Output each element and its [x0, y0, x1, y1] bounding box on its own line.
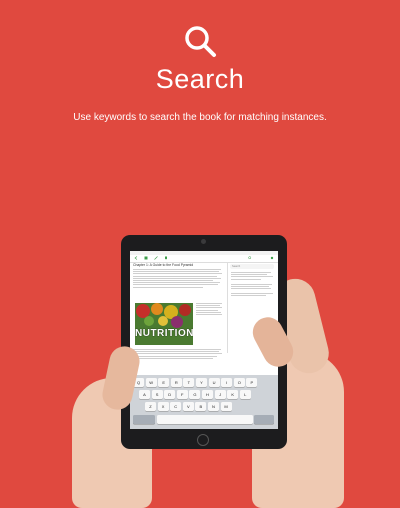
result-line: [231, 274, 267, 276]
result-line: [231, 272, 271, 273]
text-line: [196, 307, 222, 309]
text-line: [133, 355, 217, 357]
key-l[interactable]: L: [239, 390, 251, 399]
numbers-key[interactable]: [133, 415, 155, 424]
search-input[interactable]: Search: [230, 264, 274, 269]
text-line: [133, 349, 221, 350]
key-t[interactable]: T: [183, 378, 195, 387]
result-line: [231, 283, 272, 285]
text-line: [133, 353, 222, 355]
result-line: [231, 292, 273, 294]
key-k[interactable]: K: [227, 390, 239, 399]
key-c[interactable]: C: [170, 402, 182, 411]
key-d[interactable]: D: [164, 390, 176, 399]
text-line: [133, 284, 218, 286]
side-text-column: [196, 303, 222, 316]
reader-toolbar: [130, 255, 278, 263]
key-u[interactable]: U: [208, 378, 220, 387]
space-key[interactable]: [156, 415, 253, 424]
back-icon[interactable]: [134, 256, 138, 260]
bookmark-icon[interactable]: [164, 256, 168, 260]
result-line: [231, 276, 273, 278]
library-icon[interactable]: [144, 256, 148, 260]
text-line: [196, 303, 222, 304]
key-n[interactable]: N: [207, 402, 219, 411]
photo-title-text: NUTRITION: [135, 328, 193, 339]
text-line: [196, 311, 221, 313]
text-line: [196, 309, 218, 311]
text-line: [133, 282, 220, 284]
nutrition-photo: NUTRITION: [135, 303, 193, 345]
key-o[interactable]: O: [233, 378, 245, 387]
keyboard-row: ZXCVBNM: [145, 402, 232, 411]
result-line: [231, 285, 269, 287]
text-line: [133, 357, 213, 359]
key-i[interactable]: I: [221, 378, 233, 387]
search-key[interactable]: [254, 415, 275, 424]
text-line: [133, 351, 219, 353]
settings-icon[interactable]: [270, 256, 274, 260]
key-w[interactable]: W: [145, 378, 157, 387]
text-line: [196, 305, 220, 307]
text-line: [133, 277, 221, 279]
page-subtitle: Use keywords to search the book for matc…: [73, 112, 327, 123]
key-h[interactable]: H: [201, 390, 213, 399]
text-line: [133, 275, 217, 277]
notes-icon[interactable]: [154, 256, 158, 260]
key-a[interactable]: A: [139, 390, 150, 399]
text-line: [133, 273, 222, 275]
key-p[interactable]: P: [246, 378, 258, 387]
keyboard-row: ASDFGHJKL: [139, 390, 251, 399]
key-m[interactable]: M: [220, 402, 232, 411]
key-v[interactable]: V: [182, 402, 194, 411]
key-b[interactable]: B: [195, 402, 207, 411]
home-button[interactable]: [197, 434, 209, 446]
text-line: [133, 279, 213, 281]
text-line: [133, 269, 221, 270]
text-line: [133, 271, 219, 273]
search-icon: [185, 26, 216, 57]
text-line: [196, 313, 222, 315]
result-line: [231, 287, 271, 289]
search-toolbar-icon[interactable]: [248, 256, 252, 260]
key-s[interactable]: S: [151, 390, 163, 399]
keyboard-row: QWERTYUIOP: [133, 378, 258, 387]
result-line: [231, 278, 261, 280]
book-page: Chapter 1: A Guide to the Food Pyramid N…: [133, 263, 224, 359]
on-screen-keyboard: QWERTYUIOP ASDFGHJKL ZXCVBNM: [130, 375, 278, 429]
key-z[interactable]: Z: [145, 402, 156, 411]
hero-header: Search Use keywords to search the book f…: [0, 0, 400, 140]
keyboard-row: [133, 415, 275, 424]
key-e[interactable]: E: [158, 378, 170, 387]
key-j[interactable]: J: [214, 390, 226, 399]
key-x[interactable]: X: [157, 402, 169, 411]
camera-dot: [201, 239, 206, 244]
text-line: [133, 286, 203, 288]
page-title: Search: [155, 64, 245, 94]
chapter-title: Chapter 1: A Guide to the Food Pyramid: [133, 263, 194, 267]
key-g[interactable]: G: [189, 390, 201, 399]
key-f[interactable]: F: [176, 390, 188, 399]
key-y[interactable]: Y: [195, 378, 207, 387]
key-r[interactable]: R: [170, 378, 182, 387]
lower-text: [133, 349, 223, 360]
result-line: [231, 295, 266, 297]
